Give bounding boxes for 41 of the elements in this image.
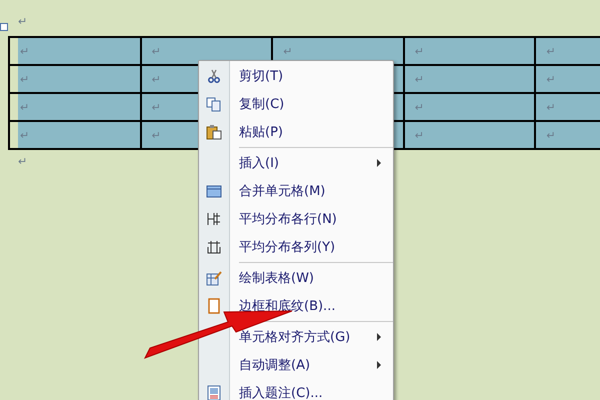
cell-end-mark: ↵	[152, 44, 161, 58]
cell-end-mark: ↵	[20, 100, 30, 114]
cell-end-mark: ↵	[20, 128, 30, 142]
cell-end-mark: ↵	[152, 100, 161, 114]
menu-item[interactable]: 绘制表格(W)	[239, 269, 314, 287]
menu-item[interactable]: 平均分布各行(N)	[239, 210, 337, 228]
cell-end-mark: ↵	[20, 44, 30, 58]
picture-caption-icon	[206, 385, 222, 400]
cell-end-mark: ↵	[20, 72, 30, 86]
menu-item[interactable]: 插入题注(C)...	[239, 384, 323, 400]
table-icon	[206, 183, 222, 199]
paragraph-mark: ↵	[18, 15, 28, 28]
table-columns-icon	[206, 239, 222, 255]
cell-end-mark: ↵	[152, 72, 161, 86]
menu-item[interactable]: 复制(C)	[239, 95, 284, 113]
menu-item[interactable]: 平均分布各列(Y)	[239, 238, 336, 256]
copy-icon	[206, 96, 222, 112]
cell-end-mark: ↵	[414, 100, 424, 114]
paragraph-mark: ↵	[18, 155, 28, 168]
menu-item[interactable]: 单元格对齐方式(G)	[239, 328, 350, 346]
page-icon	[206, 298, 222, 314]
clipboard-icon	[206, 124, 222, 140]
cell-end-mark: ↵	[414, 44, 424, 58]
menu-item[interactable]: 自动调整(A)	[239, 356, 310, 374]
menu-item[interactable]: 边框和底纹(B)...	[239, 297, 336, 315]
cell-end-mark: ↵	[414, 72, 424, 86]
scissors-icon	[206, 68, 222, 84]
cell-end-mark: ↵	[546, 72, 556, 86]
menu-item[interactable]: 粘贴(P)	[239, 123, 283, 141]
menu-item[interactable]: 剪切(T)	[239, 67, 284, 85]
cell-end-mark: ↵	[546, 128, 556, 142]
table-move-handle-icon[interactable]	[0, 23, 8, 31]
cell-end-mark: ↵	[546, 100, 556, 114]
cell-end-mark: ↵	[546, 44, 556, 58]
cell-end-mark: ↵	[414, 128, 424, 142]
menu-item[interactable]: 合并单元格(M)	[239, 182, 326, 200]
cell-end-mark: ↵	[152, 128, 161, 142]
table-pencil-icon	[206, 270, 222, 286]
cell-end-mark: ↵	[283, 44, 292, 58]
menu-item[interactable]: 插入(I)	[239, 154, 279, 172]
table-rows-icon	[206, 211, 222, 227]
